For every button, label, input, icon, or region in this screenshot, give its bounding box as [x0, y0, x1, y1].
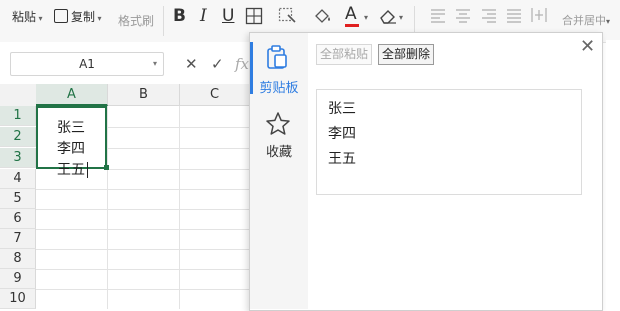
fill-color-icon[interactable] — [312, 7, 334, 29]
paste-button[interactable]: 粘贴 ▾ — [12, 8, 43, 25]
cell-a1-line: 王五 — [57, 162, 85, 178]
delete-all-button[interactable]: 全部删除 — [378, 44, 435, 65]
star-icon — [265, 111, 291, 141]
grid-line — [108, 148, 250, 149]
row-header-8[interactable]: 8 — [0, 249, 36, 270]
copy-icon — [54, 9, 68, 23]
row-header-1[interactable]: 1 — [0, 106, 36, 127]
chevron-down-icon[interactable]: ▾ — [153, 53, 157, 75]
column-header-a[interactable]: A — [36, 84, 108, 106]
cell-a1-line: 张三 — [57, 120, 85, 136]
grid-line — [107, 106, 108, 309]
font-color-button[interactable]: A — [345, 5, 359, 27]
tab-clipboard[interactable]: 剪贴板 — [250, 77, 308, 96]
align-top-icon[interactable] — [430, 8, 446, 28]
chevron-down-icon[interactable]: ▾ — [399, 13, 403, 22]
chevron-down-icon[interactable]: ▾ — [36, 14, 43, 23]
cell-style-icon[interactable] — [278, 7, 298, 29]
column-header-c[interactable]: C — [180, 84, 250, 106]
name-box-value: A1 — [79, 57, 95, 71]
cancel-icon[interactable]: ✕ — [185, 55, 198, 73]
text-cursor — [87, 162, 88, 178]
underline-button[interactable]: U — [222, 7, 234, 25]
fill-handle[interactable] — [104, 165, 109, 170]
clipboard-item-line: 李四 — [328, 126, 356, 142]
column-header-b[interactable]: B — [108, 84, 180, 106]
chevron-down-icon[interactable]: ▾ — [364, 13, 368, 22]
cell-a1-line: 李四 — [57, 141, 85, 157]
grid-line — [36, 289, 250, 290]
grid-line — [36, 269, 250, 270]
clipboard-item-line: 张三 — [328, 101, 356, 117]
row-header-5[interactable]: 5 — [0, 189, 36, 210]
merge-center-button[interactable]: 合并居中▾ — [562, 12, 610, 28]
row-header-10[interactable]: 10 — [0, 289, 36, 310]
paste-all-button[interactable]: 全部粘贴 — [316, 44, 373, 65]
font-color-bar — [345, 24, 359, 27]
italic-button[interactable]: I — [200, 7, 207, 25]
grid-line — [36, 229, 250, 230]
clipboard-panel-tabs — [250, 33, 308, 309]
clear-format-icon[interactable] — [378, 7, 400, 29]
grid-line — [179, 106, 180, 309]
format-painter-button[interactable]: 格式刷 — [118, 12, 154, 29]
chevron-down-icon[interactable]: ▾ — [95, 14, 102, 23]
select-all-corner[interactable] — [0, 84, 37, 107]
clipboard-item-line: 王五 — [328, 151, 356, 167]
confirm-icon[interactable]: ✓ — [211, 55, 224, 73]
row-header-7[interactable]: 7 — [0, 229, 36, 250]
grid-line — [108, 169, 250, 170]
insert-function-button[interactable]: fx — [235, 55, 249, 73]
grid-line — [108, 127, 250, 128]
grid-line — [36, 209, 250, 210]
grid-line — [36, 249, 250, 250]
row-header-6[interactable]: 6 — [0, 209, 36, 230]
merge-center-label: 合并居中 — [562, 14, 606, 27]
clipboard-icon — [264, 44, 290, 74]
format-painter-label: 格式刷 — [118, 14, 155, 28]
row-header-3[interactable]: 3 — [0, 148, 36, 169]
tab-favorites[interactable]: 收藏 — [250, 141, 308, 160]
align-right-icon[interactable] — [481, 8, 497, 28]
borders-icon[interactable] — [245, 7, 263, 29]
name-box[interactable]: A1 ▾ — [10, 52, 164, 76]
separator — [163, 6, 164, 36]
chevron-down-icon[interactable]: ▾ — [606, 17, 610, 26]
distributed-align-icon[interactable] — [530, 6, 548, 28]
row-header-4[interactable]: 4 — [0, 169, 36, 190]
align-center-icon[interactable] — [455, 8, 471, 28]
paste-label: 粘贴 — [12, 10, 37, 24]
copy-button[interactable]: 复制 ▾ — [54, 8, 102, 25]
copy-label: 复制 — [71, 10, 96, 24]
grid-line — [36, 189, 250, 190]
row-header-9[interactable]: 9 — [0, 269, 36, 290]
bold-button[interactable]: B — [173, 7, 186, 25]
close-icon[interactable]: ✕ — [580, 38, 595, 56]
scrollbar[interactable] — [606, 40, 620, 309]
justify-icon[interactable] — [506, 8, 522, 28]
row-header-2[interactable]: 2 — [0, 127, 36, 148]
